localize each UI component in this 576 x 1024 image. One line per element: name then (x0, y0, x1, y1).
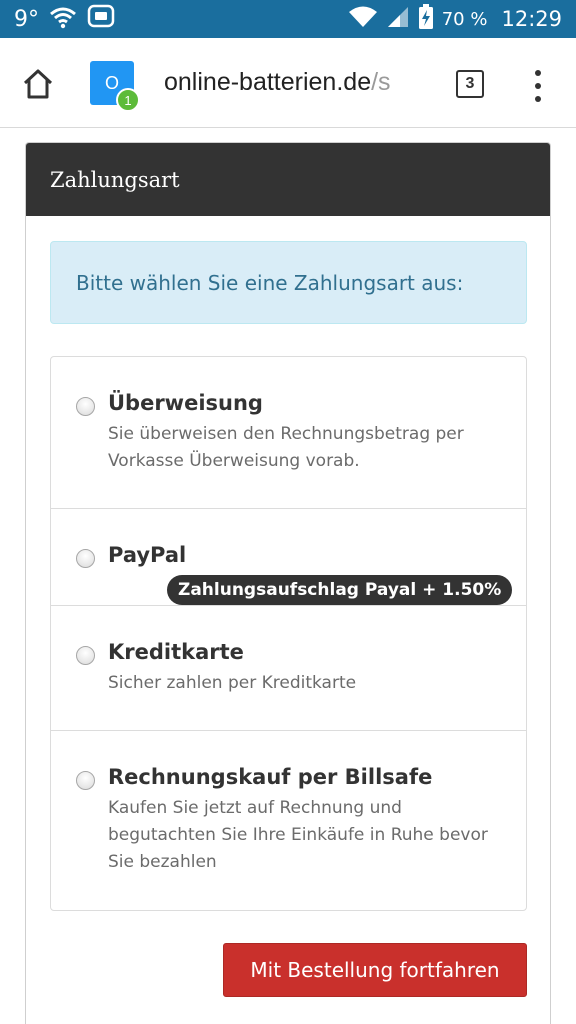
payment-options-list: Überweisung Sie überweisen den Rechnungs… (50, 356, 527, 911)
option-description: Sicher zahlen per Kreditkarte (108, 673, 357, 693)
tab-switcher-button[interactable]: 3 (456, 70, 484, 98)
more-vert-icon[interactable] (530, 68, 546, 104)
url-host: online-batterien.de (164, 68, 372, 96)
status-bar: 9° 70 % 12:29 (0, 0, 576, 38)
battery-percent: 70 % (441, 8, 488, 30)
surcharge-badge: Zahlungsaufschlag Payal + 1.50% (167, 575, 513, 605)
info-alert: Bitte wählen Sie eine Zahlungsart aus: (50, 241, 527, 324)
payment-option-kreditkarte[interactable]: Kreditkarte Sicher zahlen per Kreditkart… (51, 606, 526, 731)
option-title: PayPal (108, 543, 187, 567)
wifi-signal-icon (348, 5, 378, 33)
radio-billsafe[interactable] (76, 771, 95, 790)
clock: 12:29 (501, 7, 562, 31)
url-bar[interactable]: online-batterien.de/s (164, 68, 410, 102)
option-title: Überweisung (108, 391, 263, 415)
payment-option-paypal[interactable]: PayPal Zahlungsaufschlag Payal + 1.50% (51, 509, 526, 606)
radio-paypal[interactable] (76, 549, 95, 568)
payment-panel: Zahlungsart Bitte wählen Sie eine Zahlun… (25, 142, 551, 1024)
continue-order-button[interactable]: Mit Bestellung fortfahren (223, 943, 527, 997)
payment-option-ueberweisung[interactable]: Überweisung Sie überweisen den Rechnungs… (51, 357, 526, 509)
favicon-letter: O (104, 72, 119, 93)
browser-toolbar: O 1 online-batterien.de/s 3 (0, 38, 576, 128)
radio-ueberweisung[interactable] (76, 397, 95, 416)
temperature: 9° (14, 6, 39, 32)
radio-kreditkarte[interactable] (76, 646, 95, 665)
option-description: Sie überweisen den Rechnungsbetrag per V… (108, 424, 464, 471)
url-path: /s (371, 68, 391, 96)
option-title: Rechnungskauf per Billsafe (108, 765, 433, 789)
message-icon (87, 4, 115, 34)
cell-signal-icon (386, 5, 410, 33)
payment-option-billsafe[interactable]: Rechnungskauf per Billsafe Kaufen Sie je… (51, 731, 526, 910)
option-description: Kaufen Sie jetzt auf Rechnung und beguta… (108, 798, 488, 872)
wifi-icon (49, 5, 77, 33)
home-icon[interactable] (20, 66, 56, 102)
panel-title: Zahlungsart (26, 143, 550, 216)
notification-badge: 1 (116, 88, 140, 112)
battery-charging-icon (418, 4, 434, 34)
option-title: Kreditkarte (108, 640, 244, 664)
